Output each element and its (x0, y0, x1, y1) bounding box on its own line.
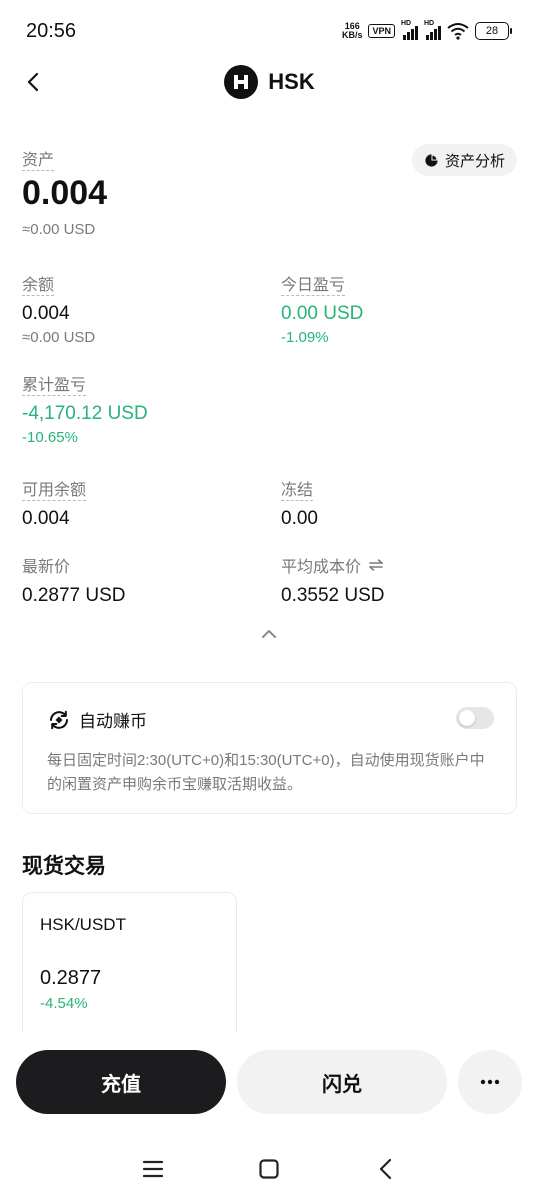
today-pnl-percent: -1.09% (281, 329, 329, 346)
total-pnl-percent: -10.65% (22, 429, 78, 446)
auto-earn-header: 自动赚币 (47, 707, 147, 732)
system-nav-bar (0, 1140, 539, 1200)
total-pnl-cell: 累计盈亏 -4,170.12 USD -10.65% (22, 371, 148, 446)
home-icon[interactable] (256, 1156, 282, 1182)
pair-price: 0.2877 (40, 967, 102, 989)
battery-level: 28 (485, 25, 499, 37)
asset-value: 0.004 (22, 174, 108, 212)
swap-arrows-icon[interactable] (369, 559, 384, 571)
asset-label: 资产 (22, 152, 55, 171)
deposit-button[interactable]: 充值 (16, 1050, 226, 1114)
vpn-badge: VPN (368, 24, 395, 38)
more-dots-icon (480, 1079, 500, 1085)
auto-earn-toggle[interactable] (456, 707, 494, 729)
frozen-value: 0.00 (281, 508, 318, 529)
avg-cost-label: 平均成本价 (281, 559, 362, 576)
today-pnl-value: 0.00 USD (281, 303, 364, 324)
status-bar: 20:56 166 KB/s VPN HD HD 28 (0, 0, 539, 60)
available-label: 可用余额 (22, 482, 87, 501)
balance-label: 余额 (22, 277, 55, 296)
network-speed-unit: KB/s (341, 30, 363, 40)
balance-cell: 余额 0.004 ≈0.00 USD (22, 271, 95, 346)
asset-analysis-button[interactable]: 资产分析 (411, 144, 517, 176)
signal-icon: HD (424, 20, 441, 40)
total-pnl-label: 累计盈亏 (22, 377, 87, 396)
chevron-up-icon[interactable] (258, 626, 280, 642)
status-time: 20:56 (26, 20, 77, 42)
page-title: HSK (268, 69, 315, 94)
pair-change: -4.54% (40, 995, 88, 1012)
auto-earn-card: 自动赚币 每日固定时间2:30(UTC+0)和15:30(UTC+0)，自动使用… (22, 682, 517, 814)
balance-value: 0.004 (22, 303, 70, 324)
menu-icon[interactable] (140, 1156, 166, 1182)
header: HSK (0, 60, 539, 106)
avg-cost-cell: 平均成本价 0.3552 USD (281, 553, 385, 607)
latest-price-value: 0.2877 USD (22, 585, 126, 606)
available-cell: 可用余额 0.004 (22, 476, 87, 530)
hsk-logo-icon (224, 65, 259, 99)
action-bar: 充值 闪兑 (0, 1036, 539, 1136)
frozen-label: 冻结 (281, 482, 314, 501)
title-wrap: HSK (0, 65, 539, 99)
back-icon[interactable] (373, 1156, 399, 1182)
pie-chart-icon (425, 153, 438, 167)
today-pnl-label: 今日盈亏 (281, 277, 346, 296)
status-icons: 166 KB/s VPN HD HD 28 (342, 20, 512, 40)
network-speed: 166 KB/s (342, 22, 363, 40)
available-value: 0.004 (22, 508, 70, 529)
today-pnl-cell: 今日盈亏 0.00 USD -1.09% (281, 271, 363, 346)
signal-icon: HD (401, 20, 418, 40)
auto-earn-title: 自动赚币 (79, 712, 147, 731)
asset-usd-value: ≈0.00 USD (22, 221, 96, 238)
spot-section-title: 现货交易 (22, 855, 106, 878)
auto-earn-description: 每日固定时间2:30(UTC+0)和15:30(UTC+0)，自动使用现货账户中… (47, 752, 485, 793)
latest-price-label: 最新价 (22, 559, 71, 576)
balance-usd: ≈0.00 USD (22, 329, 96, 346)
asset-analysis-label: 资产分析 (444, 152, 505, 170)
avg-cost-value: 0.3552 USD (281, 585, 385, 606)
latest-price-cell: 最新价 0.2877 USD (22, 553, 126, 607)
trading-pair-card[interactable]: HSK/USDT 0.2877 -4.54% (22, 892, 237, 1032)
pair-name: HSK/USDT (40, 915, 126, 934)
swap-button[interactable]: 闪兑 (237, 1050, 447, 1114)
frozen-cell: 冻结 0.00 (281, 476, 318, 530)
auto-earn-icon (50, 710, 68, 729)
battery-icon: 28 (475, 22, 512, 40)
more-button[interactable] (458, 1050, 522, 1114)
total-pnl-value: -4,170.12 USD (22, 403, 148, 424)
wifi-icon (447, 23, 469, 40)
